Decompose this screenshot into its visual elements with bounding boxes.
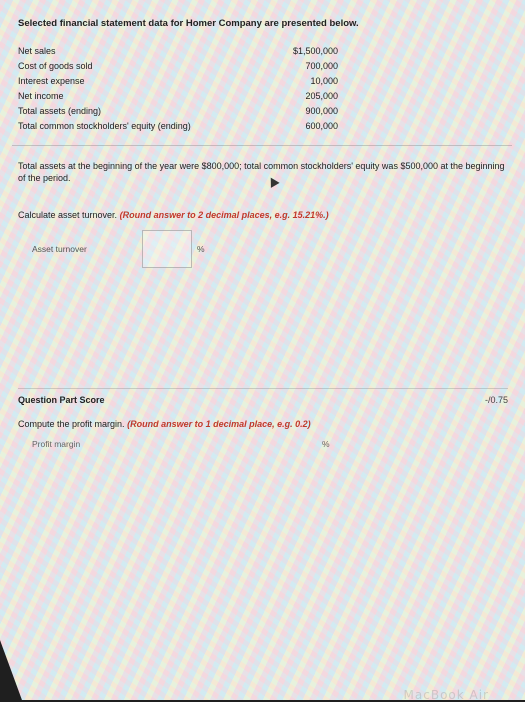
row-value: 205,000 <box>305 90 338 101</box>
score-value: -/0.75 <box>484 395 508 405</box>
table-row: Net income 205,000 <box>18 88 338 103</box>
screen: Selected financial statement data for Ho… <box>0 0 525 700</box>
row-value: $1,500,000 <box>292 45 338 56</box>
row-label: Total common stockholders' equity (endin… <box>18 120 191 131</box>
rounding-instruction: (Round answer to 1 decimal place, e.g. 0… <box>127 419 311 429</box>
problem-intro: Selected financial statement data for Ho… <box>18 18 359 29</box>
row-value: 900,000 <box>305 105 338 116</box>
row-label: Net income <box>18 90 64 101</box>
rounding-instruction: (Round answer to 2 decimal places, e.g. … <box>119 210 329 220</box>
problem-content: Selected financial statement data for Ho… <box>12 18 512 449</box>
table-row: Interest expense 10,000 <box>18 73 338 88</box>
table-row: Net sales $1,500,000 <box>18 43 338 58</box>
asset-turnover-label: Asset turnover <box>32 244 87 254</box>
row-label: Cost of goods sold <box>18 60 93 71</box>
percent-unit: % <box>322 439 330 449</box>
asset-turnover-input[interactable] <box>142 230 192 268</box>
row-value: 10,000 <box>310 75 338 86</box>
section-divider <box>12 145 512 146</box>
question-prompt: Calculate asset turnover. <box>18 210 118 220</box>
table-row: Total common stockholders' equity (endin… <box>18 118 338 133</box>
row-label: Net sales <box>18 45 56 56</box>
row-value: 700,000 <box>305 60 338 71</box>
score-label: Question Part Score <box>18 395 105 405</box>
asset-turnover-answer-row: Asset turnover % <box>32 230 508 268</box>
table-row: Total assets (ending) 900,000 <box>18 103 338 118</box>
table-row: Cost of goods sold 700,000 <box>18 58 338 73</box>
question-part-score: Question Part Score -/0.75 <box>18 388 508 405</box>
row-value: 600,000 <box>305 120 338 131</box>
profit-margin-answer-row: Profit margin % <box>32 439 508 449</box>
financial-data-table: Net sales $1,500,000 Cost of goods sold … <box>18 43 338 133</box>
row-label: Interest expense <box>18 75 85 86</box>
question-prompt: Compute the profit margin. <box>18 419 125 429</box>
profit-margin-label: Profit margin <box>32 439 81 449</box>
beginning-balances-note: Total assets at the beginning of the yea… <box>18 161 505 183</box>
row-label: Total assets (ending) <box>18 105 102 116</box>
question-asset-turnover: Calculate asset turnover. (Round answer … <box>18 210 508 220</box>
question-profit-margin: Compute the profit margin. (Round answer… <box>18 419 508 429</box>
percent-unit: % <box>197 244 205 254</box>
